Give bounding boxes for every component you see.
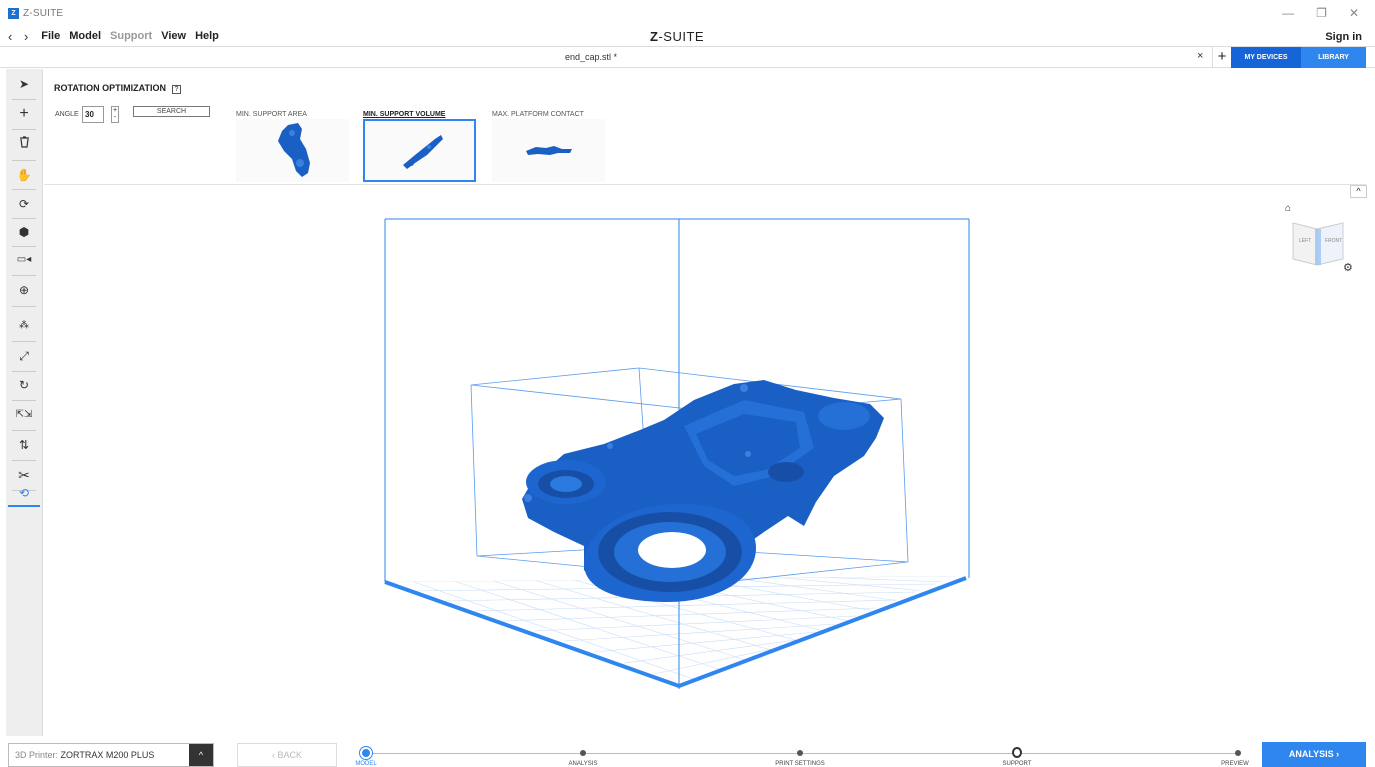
step-label: MODEL [355, 761, 377, 767]
option-max-platform-contact[interactable]: MAX. PLATFORM CONTACT [492, 111, 605, 182]
close-tab-icon[interactable]: × [1197, 50, 1203, 62]
panel-title: ROTATION OPTIMIZATION? [54, 83, 181, 94]
toolbar-divider [12, 460, 36, 461]
printer-prefix: 3D Printer: [15, 750, 61, 760]
add-tab-icon[interactable]: + [1212, 47, 1231, 68]
step-label: SUPPORT [1002, 761, 1032, 767]
option-label: MIN. SUPPORT VOLUME [363, 111, 446, 118]
cube-icon[interactable]: ⬢ [8, 219, 40, 245]
cube-faces[interactable] [1287, 215, 1347, 275]
option-min-support-area[interactable]: MIN. SUPPORT AREA [236, 111, 349, 182]
step-dot [1235, 750, 1241, 756]
add-icon[interactable]: + [8, 101, 40, 127]
sign-in-link[interactable]: Sign in [1325, 31, 1362, 43]
option-thumbnail[interactable] [236, 119, 349, 182]
step-label: PRINT SETTINGS [775, 761, 825, 767]
toolbar-divider [12, 189, 36, 190]
toolbar-divider [12, 160, 36, 161]
angle-stepper[interactable]: + - [111, 106, 119, 123]
file-tab[interactable]: end_cap.stl * [565, 52, 617, 62]
trash-icon[interactable] [8, 131, 40, 157]
select-arrow-icon[interactable]: ➤ [8, 71, 40, 97]
option-thumbnail[interactable] [492, 119, 605, 182]
rotate-view-icon[interactable]: ⟳ [8, 191, 40, 217]
window-title: Z-SUITE [23, 7, 64, 19]
toolbar-divider [12, 129, 36, 130]
brand-logo: Z-SUITE [650, 29, 704, 44]
scene-canvas[interactable] [44, 186, 1366, 736]
left-toolbar: ➤ + ✋ ⟳ ⬢ ▭◂ ⊕ ⁂ ⤢ ↻ ⇱⇲ ⇅ ✂ ⟲ [6, 69, 43, 736]
nav-arrows[interactable]: ‹ › [8, 29, 32, 44]
home-view-icon[interactable]: ⌂ [1285, 203, 1291, 214]
toolbar-divider [12, 430, 36, 431]
toolbar-divider [12, 99, 36, 100]
menu-help[interactable]: Help [195, 30, 219, 42]
move-icon[interactable]: ⁂ [8, 313, 40, 339]
angle-label: ANGLE [55, 111, 79, 118]
scale-icon[interactable]: ⤢ [8, 343, 40, 369]
toolbar-divider [12, 341, 36, 342]
close-window-icon[interactable]: ✕ [1349, 6, 1359, 20]
rotation-optimization-icon[interactable]: ⟲ [8, 480, 40, 507]
step-dot [797, 750, 803, 756]
chevron-up-icon[interactable]: ^ [189, 744, 213, 766]
option-label: MIN. SUPPORT AREA [236, 111, 307, 118]
bottom-bar: 3D Printer: ZORTRAX M200 PLUS ^ ‹ BACK M… [0, 737, 1375, 767]
restore-icon[interactable]: ❐ [1316, 6, 1327, 20]
step-label: PREVIEW [1221, 761, 1249, 767]
hand-icon[interactable]: ✋ [8, 162, 40, 188]
printer-name: ZORTRAX M200 PLUS [60, 750, 155, 760]
brand-text: -SUITE [658, 29, 705, 44]
minimize-icon[interactable]: — [1282, 6, 1294, 20]
cube-left-label: LEFT [1299, 238, 1312, 244]
help-icon[interactable]: ? [172, 85, 181, 94]
printer-select[interactable]: 3D Printer: ZORTRAX M200 PLUS ^ [8, 743, 214, 767]
toolbar-divider [12, 306, 36, 307]
zoom-icon[interactable]: ⊕ [8, 277, 40, 303]
my-devices-button[interactable]: MY DEVICES [1231, 47, 1301, 68]
toolbar-divider [12, 400, 36, 401]
option-min-support-volume[interactable]: MIN. SUPPORT VOLUME [363, 111, 476, 182]
option-label: MAX. PLATFORM CONTACT [492, 111, 584, 118]
angle-input[interactable]: 30 [82, 106, 104, 123]
menu-view[interactable]: View [161, 30, 186, 42]
cube-front-label: FRONT [1325, 238, 1343, 244]
menu-model[interactable]: Model [69, 30, 101, 42]
view-settings-gear-icon[interactable]: ⚙ [1343, 261, 1353, 274]
window-controls: — ❐ ✕ [1282, 6, 1359, 20]
menu-file[interactable]: File [41, 30, 60, 42]
current-step-dot [360, 747, 372, 759]
model-end-cap[interactable] [522, 380, 884, 602]
step-label: ANALYSIS [568, 761, 598, 767]
app-logo-icon: Z [8, 7, 19, 19]
search-button[interactable]: SEARCH [133, 106, 210, 117]
mirror-icon[interactable]: ⇱⇲ [8, 402, 40, 428]
step-dot [580, 750, 586, 756]
rotate-icon[interactable]: ↻ [8, 372, 40, 398]
back-button[interactable]: ‹ BACK [237, 743, 337, 767]
next-analysis-button[interactable]: ANALYSIS › [1262, 742, 1366, 767]
camera-icon[interactable]: ▭◂ [8, 247, 40, 273]
rotation-optimization-panel: ROTATION OPTIMIZATION? ANGLE 30 + - SEARC… [44, 69, 1366, 185]
tab-bar: end_cap.stl * × + MY DEVICES LIBRARY [0, 47, 1375, 68]
view-cube[interactable]: ⌂ LEFT FRONT ⚙ [1283, 203, 1353, 283]
option-thumbnail[interactable] [363, 119, 476, 182]
toolbar-divider [12, 275, 36, 276]
support-step-icon [1012, 747, 1022, 758]
title-bar: Z Z-SUITE — ❐ ✕ [0, 0, 1375, 26]
menu-bar: ‹ › File Model Support View Help Z-SUITE… [0, 26, 1375, 47]
printer-select-value: 3D Printer: ZORTRAX M200 PLUS [9, 744, 189, 766]
auto-place-icon[interactable]: ⇅ [8, 432, 40, 458]
panel-title-text: ROTATION OPTIMIZATION [54, 83, 166, 93]
3d-viewport[interactable] [44, 186, 1366, 736]
library-button[interactable]: LIBRARY [1301, 47, 1366, 68]
menu-support[interactable]: Support [110, 30, 152, 42]
